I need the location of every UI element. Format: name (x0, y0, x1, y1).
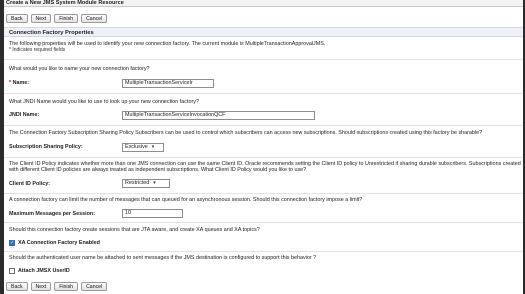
client-id-description-line2: with different Client ID policies are al… (9, 167, 307, 173)
name-input[interactable]: MultipleTransactionServiceIr (122, 79, 214, 88)
xa-checkbox[interactable]: ✓ (9, 240, 15, 246)
name-label-text: Name: (12, 80, 30, 86)
attach-user-checkbox[interactable] (9, 268, 15, 274)
divider (4, 222, 523, 223)
jndi-label: JNDI Name: (9, 112, 40, 118)
dialog-frame: Create a New JMS System Module Resource … (0, 0, 525, 294)
section-title: Connection Factory Properties (9, 30, 94, 36)
name-question: What would you like to name your new con… (9, 66, 150, 72)
window-title: Create a New JMS System Module Resource (4, 0, 523, 7)
finish-button[interactable]: Finish (54, 14, 79, 23)
chevron-down-icon: ▾ (151, 144, 155, 150)
client-id-policy-value: Restricted (125, 180, 150, 186)
back-button[interactable]: Back (6, 14, 28, 23)
next-button[interactable]: Next (30, 282, 52, 291)
divider (4, 59, 523, 60)
subscription-policy-value: Exclusive (125, 144, 148, 150)
cancel-button[interactable]: Cancel (81, 282, 108, 291)
max-messages-description: A connection factory can limit the numbe… (9, 197, 363, 203)
section-header: Connection Factory Properties (4, 27, 523, 37)
bottom-button-bar: Back Next Finish Cancel (6, 282, 108, 291)
divider (4, 125, 523, 126)
client-id-policy-label: Client ID Policy: (9, 181, 51, 187)
divider (4, 193, 523, 194)
jndi-question: What JNDI Name would you like to use to … (9, 99, 199, 105)
xa-label: XA Connection Factory Enabled (18, 240, 100, 246)
divider (4, 157, 523, 158)
required-note: * Indicates required fields (9, 47, 66, 53)
max-messages-label: Maximum Messages per Session: (9, 211, 95, 217)
next-button[interactable]: Next (30, 14, 52, 23)
required-marker: * (9, 80, 12, 86)
attach-user-label: Attach JMSX UserID (18, 268, 70, 274)
xa-question: Should this connection factory create se… (9, 227, 260, 233)
jndi-name-input[interactable]: MultipleTransactionServiceInvocationQCF (122, 111, 315, 120)
divider (4, 251, 523, 252)
client-id-policy-select[interactable]: Restricted ▾ (122, 179, 170, 188)
finish-button[interactable]: Finish (54, 282, 79, 291)
back-button[interactable]: Back (6, 282, 28, 291)
subscription-policy-select[interactable]: Exclusive ▾ (122, 143, 164, 152)
chevron-down-icon: ▾ (153, 180, 156, 186)
subscription-policy-description: The Connection Factory Subscription Shar… (9, 130, 483, 136)
attach-user-question: Should the authenticated user name be at… (9, 255, 317, 261)
divider (4, 93, 523, 94)
name-label: * Name: (9, 80, 29, 86)
check-icon: ✓ (10, 240, 15, 246)
max-messages-input[interactable]: 10 (122, 209, 183, 218)
cancel-button[interactable]: Cancel (81, 14, 108, 23)
subscription-policy-label: Subscription Sharing Policy: (9, 144, 83, 150)
top-button-bar: Back Next Finish Cancel (6, 14, 108, 23)
